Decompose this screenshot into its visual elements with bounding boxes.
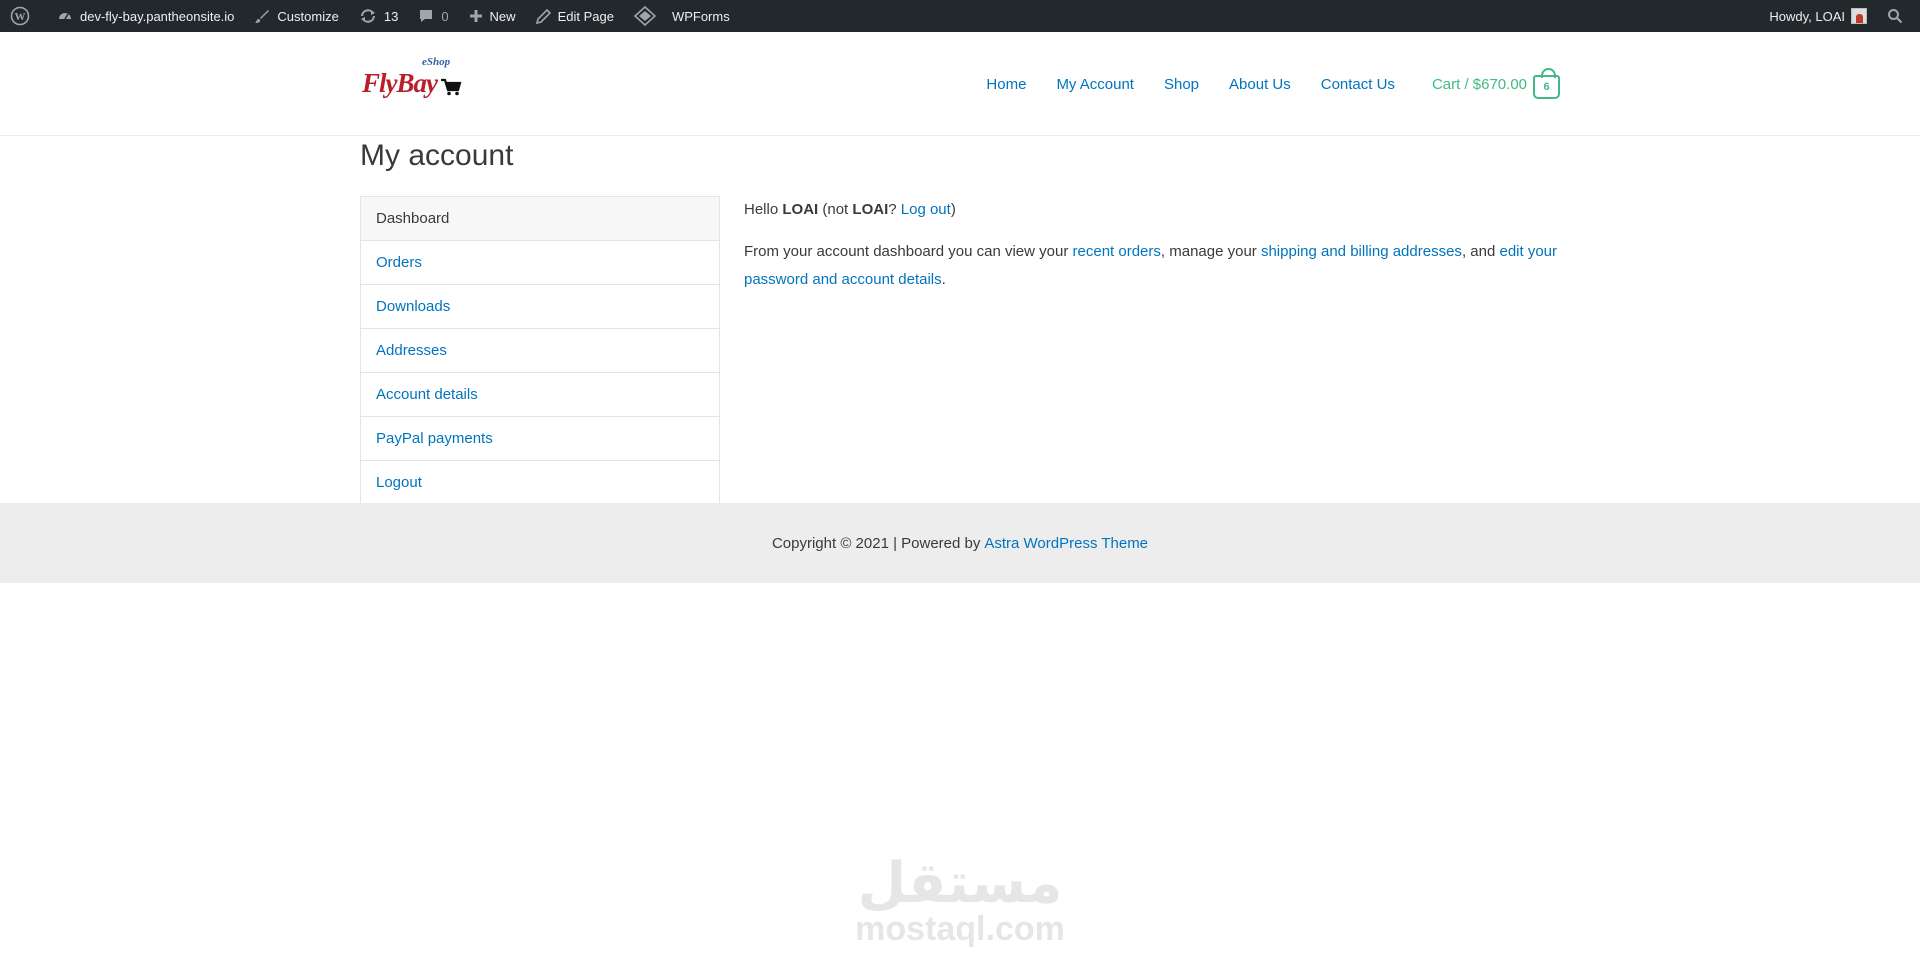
addresses-link[interactable]: shipping and billing addresses — [1261, 243, 1462, 260]
watermark-arabic-text: مستقل — [857, 851, 1063, 914]
manage-text: , manage your — [1160, 243, 1257, 260]
wpforms-link[interactable]: WPForms — [624, 0, 740, 32]
comment-icon — [420, 10, 433, 22]
account-nav-paypal-payments[interactable]: PayPal payments — [361, 417, 719, 461]
account-navigation: Dashboard Orders Downloads Addresses Acc… — [360, 196, 720, 505]
period-text: . — [941, 271, 946, 288]
avatar — [1851, 8, 1867, 24]
site-name: dev-fly-bay.pantheonsite.io — [80, 8, 235, 24]
header-cart-link[interactable]: Cart / $670.00 6 — [1431, 68, 1560, 99]
logo-name-text: FlyBay — [362, 68, 438, 98]
refresh-icon — [360, 9, 375, 23]
nav-about-us[interactable]: About Us — [1229, 76, 1291, 93]
shopping-cart-icon — [441, 78, 462, 96]
edit-page-link[interactable]: Edit Page — [526, 0, 624, 32]
greeting-paragraph: Hello LOAI (not LOAI? Log out) — [744, 196, 1560, 224]
account-nav-downloads[interactable]: Downloads — [361, 285, 719, 329]
new-label: New — [489, 8, 516, 24]
question-mark: ? — [888, 201, 897, 218]
admin-search-button[interactable] — [1877, 0, 1920, 32]
customize-label: Customize — [277, 8, 339, 24]
nav-shop[interactable]: Shop — [1164, 76, 1199, 93]
svg-text:W: W — [15, 11, 26, 23]
account-dashboard-content: Hello LOAI (not LOAI? Log out) From your… — [744, 196, 1560, 308]
edit-page-label: Edit Page — [557, 8, 614, 24]
account-nav-logout[interactable]: Logout — [361, 461, 719, 505]
wpforms-label: WPForms — [671, 8, 730, 24]
page-title: My account — [360, 139, 514, 172]
primary-navigation: Home My Account Shop About Us Contact Us… — [956, 32, 1560, 136]
account-nav-account-details[interactable]: Account details — [361, 373, 719, 417]
logo-eshop-text: eShop — [422, 56, 451, 68]
recent-orders-link[interactable]: recent orders — [1073, 243, 1161, 260]
wpforms-icon — [633, 6, 656, 26]
nav-home[interactable]: Home — [986, 76, 1026, 93]
shopping-bag-icon: 6 — [1533, 68, 1560, 99]
site-footer: Copyright © 2021 | Powered by Astra Word… — [0, 503, 1920, 583]
comments-link[interactable]: 0 — [408, 0, 458, 32]
username: LOAI — [782, 201, 819, 218]
site-name-link[interactable]: dev-fly-bay.pantheonsite.io — [47, 0, 244, 32]
plus-icon — [469, 10, 482, 22]
updates-count: 13 — [383, 8, 399, 24]
comments-count: 0 — [441, 8, 449, 24]
account-nav-orders[interactable]: Orders — [361, 241, 719, 285]
user-account-menu[interactable]: Howdy, LOAI — [1759, 0, 1877, 32]
cart-total: Cart / $670.00 — [1431, 75, 1527, 93]
new-content-link[interactable]: New — [459, 0, 526, 32]
wordpress-logo-icon[interactable]: W — [0, 0, 47, 32]
watermark-latin-text: mostaql.com — [855, 910, 1065, 948]
pencil-icon — [535, 8, 551, 24]
copyright-text: Copyright © 2021 | Powered by — [771, 534, 981, 552]
logout-link[interactable]: Log out — [901, 201, 951, 218]
intro-text: From your account dashboard you can view… — [744, 243, 1069, 260]
howdy-label: Howdy, LOAI — [1769, 8, 1845, 24]
username-alt: LOAI — [852, 201, 889, 218]
nav-my-account[interactable]: My Account — [1056, 76, 1134, 93]
nav-contact-us[interactable]: Contact Us — [1321, 76, 1395, 93]
not-text: (not — [822, 201, 849, 218]
paintbrush-icon — [255, 10, 270, 23]
account-nav-addresses[interactable]: Addresses — [361, 329, 719, 373]
updates-link[interactable]: 13 — [349, 0, 408, 32]
account-nav-dashboard[interactable]: Dashboard — [361, 197, 719, 241]
cart-count: 6 — [1543, 81, 1550, 93]
dashboard-icon — [59, 13, 71, 20]
customize-link[interactable]: Customize — [244, 0, 348, 32]
hello-text: Hello — [744, 201, 779, 218]
and-text: , and — [1461, 243, 1496, 260]
close-paren: ) — [950, 201, 956, 218]
admin-bar: W dev-fly-bay.pantheonsite.io Customize … — [0, 0, 1920, 32]
astra-theme-link[interactable]: Astra WordPress Theme — [984, 535, 1148, 552]
site-logo[interactable]: eShop FlyBay — [360, 54, 465, 110]
search-icon — [1888, 9, 1903, 24]
mostaql-watermark: مستقل mostaql.com — [830, 851, 1090, 948]
site-header: eShop FlyBay Home My Account Shop About … — [0, 32, 1920, 136]
dashboard-intro-paragraph: From your account dashboard you can view… — [744, 238, 1560, 294]
